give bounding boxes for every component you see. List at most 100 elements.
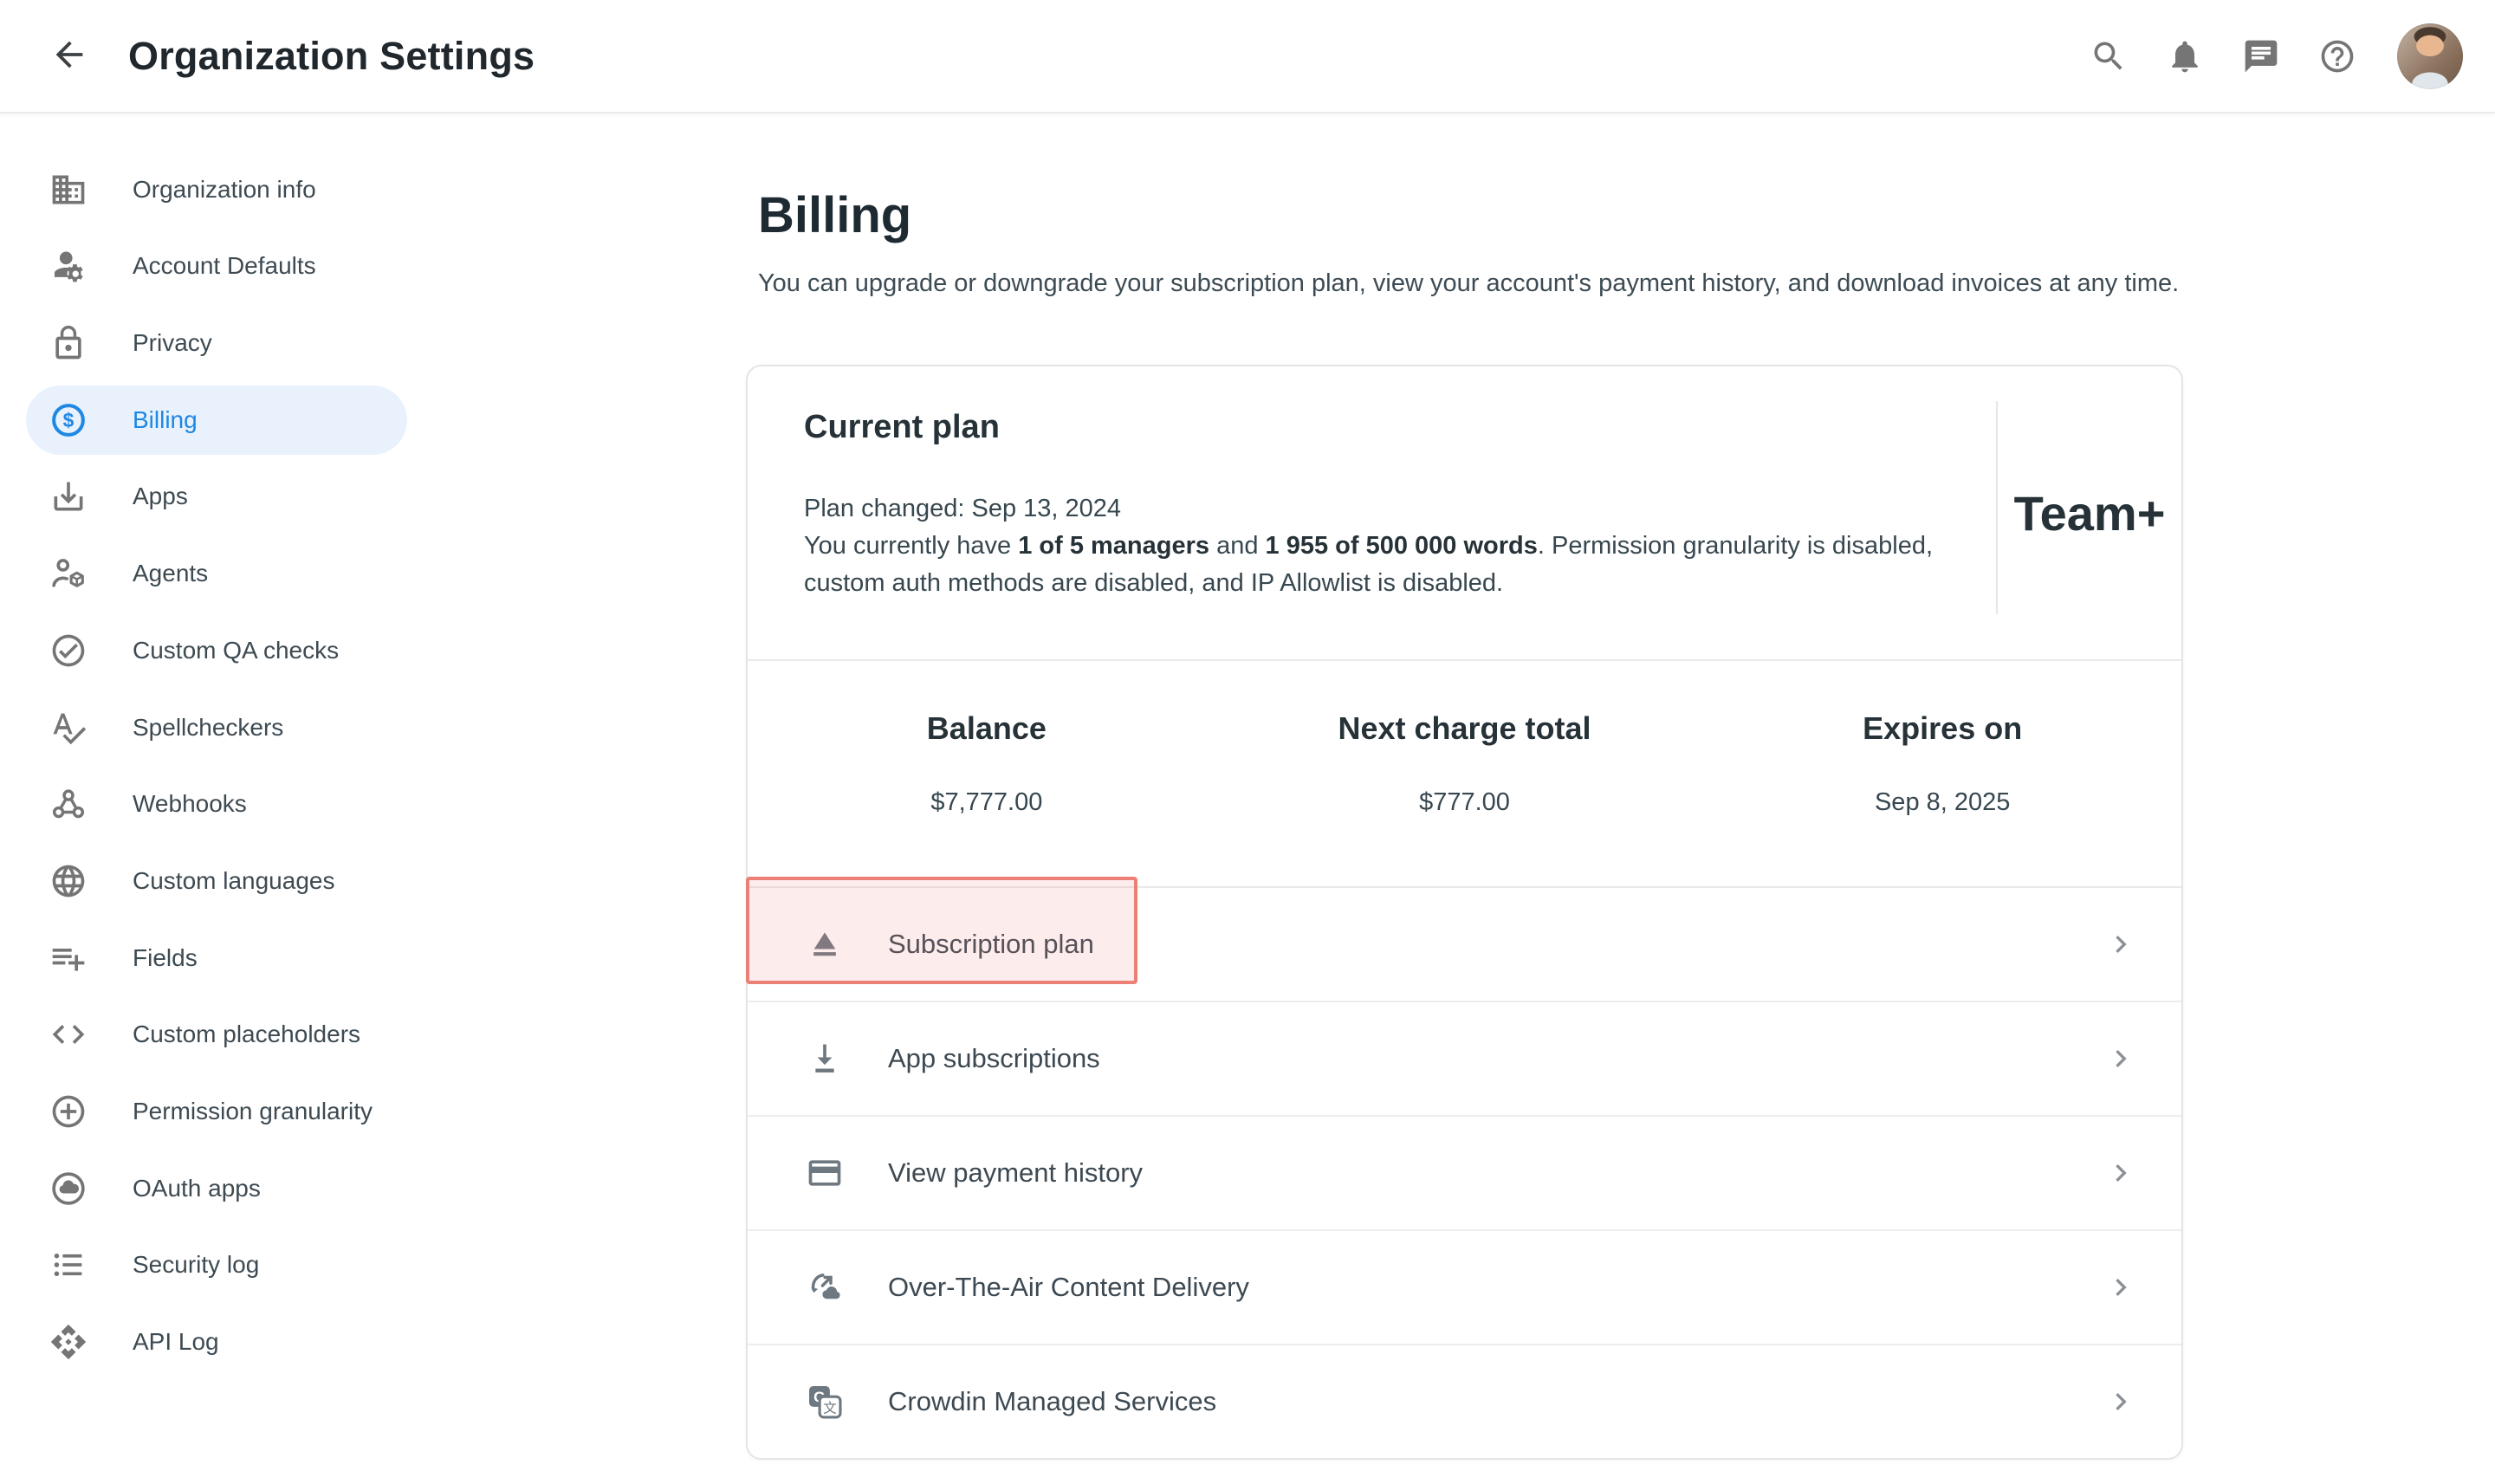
managers-usage: 1 of 5 managers [1018,532,1209,560]
sidebar-item-label: Privacy [133,329,212,357]
settings-sidebar: Organization info Account Defaults Priva… [0,113,433,1384]
plan-usage-text: You currently have 1 of 5 managers and 1… [804,528,1944,602]
sidebar-item-security-log[interactable]: Security log [26,1230,407,1299]
menu-row-app-subscriptions[interactable]: App subscriptions [748,1001,2181,1115]
webhook-icon [49,785,87,823]
plan-name-panel: Team+ [1998,366,2181,659]
spellcheck-icon [49,709,87,747]
content-layout: Organization info Account Defaults Priva… [0,113,2495,1460]
download-tray-icon [49,477,87,515]
avatar[interactable] [2397,23,2463,89]
person-cube-icon [49,554,87,593]
sidebar-item-permission-granularity[interactable]: Permission granularity [26,1077,407,1146]
menu-row-ota-content-delivery[interactable]: Over-The-Air Content Delivery [748,1229,2181,1344]
sidebar-item-label: Apps [133,483,188,510]
billing-menu: Subscription plan App subscriptions View… [748,888,2181,1458]
globe-icon [49,862,87,900]
back-button[interactable] [45,32,94,81]
menu-row-subscription-plan[interactable]: Subscription plan [748,888,2181,1001]
svg-text:文: 文 [823,1400,837,1416]
lock-icon [49,324,87,362]
sidebar-item-organization-info[interactable]: Organization info [26,155,407,224]
sidebar-item-label: Custom QA checks [133,637,339,664]
sidebar-item-label: Custom placeholders [133,1021,360,1048]
building-icon [49,171,87,209]
api-diamonds-icon [49,1323,87,1361]
billing-card: Current plan Plan changed: Sep 13, 2024 … [746,365,2183,1460]
stat-label: Balance [748,711,1226,746]
person-gear-icon [49,247,87,285]
sidebar-item-oauth-apps[interactable]: OAuth apps [26,1154,407,1223]
sidebar-item-apps[interactable]: Apps [26,462,407,531]
ota-sync-cloud-icon [806,1268,844,1306]
sidebar-item-privacy[interactable]: Privacy [26,308,407,378]
stat-next-charge: Next charge total $777.00 [1226,661,1704,886]
sidebar-item-label: Account Defaults [133,252,316,280]
menu-row-view-payment-history[interactable]: View payment history [748,1115,2181,1229]
playlist-add-icon [49,939,87,977]
sidebar-item-label: Custom languages [133,867,334,895]
current-plan-heading: Current plan [804,409,1944,445]
bulleted-list-icon [49,1246,87,1284]
sidebar-item-agents[interactable]: Agents [26,539,407,608]
svg-text:$: $ [63,409,75,431]
page-title: Organization Settings [128,34,535,79]
sidebar-item-custom-qa-checks[interactable]: Custom QA checks [26,616,407,685]
sidebar-item-webhooks[interactable]: Webhooks [26,769,407,839]
sidebar-item-label: Webhooks [133,790,247,818]
sidebar-item-label: Permission granularity [133,1098,373,1125]
sidebar-item-fields[interactable]: Fields [26,923,407,993]
section-title: Billing [758,188,2183,243]
messages-icon[interactable] [2241,36,2281,76]
sidebar-item-spellcheckers[interactable]: Spellcheckers [26,693,407,762]
dollar-circle-icon: $ [49,401,87,439]
chevron-right-icon [2103,1156,2138,1190]
eject-icon [806,925,844,963]
sidebar-item-label: OAuth apps [133,1175,261,1202]
stat-value: $7,777.00 [748,788,1226,817]
words-usage: 1 955 of 500 000 words [1266,532,1538,560]
plan-changed-text: Plan changed: Sep 13, 2024 [804,490,1944,528]
sidebar-item-label: Security log [133,1251,259,1279]
notifications-icon[interactable] [2165,36,2205,76]
organization-settings-page: Organization Settings Organization info … [0,0,2495,1484]
stat-label: Expires on [1703,711,2181,746]
search-icon[interactable] [2089,36,2129,76]
stat-value: Sep 8, 2025 [1703,788,2181,817]
sidebar-item-label: Organization info [133,176,316,204]
back-arrow-icon [49,35,89,77]
menu-row-label: App subscriptions [888,1043,2103,1074]
sidebar-item-custom-languages[interactable]: Custom languages [26,846,407,916]
stat-value: $777.00 [1226,788,1704,817]
sidebar-item-label: Billing [133,406,198,434]
sidebar-item-api-log[interactable]: API Log [26,1307,407,1377]
menu-row-crowdin-managed-services[interactable]: G文 Crowdin Managed Services [748,1344,2181,1458]
menu-row-label: Crowdin Managed Services [888,1386,2103,1417]
stat-expires-on: Expires on Sep 8, 2025 [1703,661,2181,886]
code-icon [49,1015,87,1053]
stat-label: Next charge total [1226,711,1704,746]
current-plan-section: Current plan Plan changed: Sep 13, 2024 … [748,366,2181,659]
sidebar-item-billing[interactable]: $ Billing [26,386,407,455]
cloud-circle-icon [49,1170,87,1208]
menu-row-label: Subscription plan [888,929,2103,960]
install-icon [806,1040,844,1078]
billing-content: Billing You can upgrade or downgrade you… [746,113,2183,1460]
help-icon[interactable] [2317,36,2357,76]
sidebar-item-account-defaults[interactable]: Account Defaults [26,231,407,301]
sidebar-item-label: Agents [133,560,208,587]
section-subtitle: You can upgrade or downgrade your subscr… [758,269,2183,298]
chevron-right-icon [2103,1041,2138,1076]
sidebar-item-label: API Log [133,1328,219,1356]
billing-stats: Balance $7,777.00 Next charge total $777… [748,659,2181,888]
app-header: Organization Settings [0,0,2495,113]
sidebar-item-label: Fields [133,944,198,972]
credit-card-icon [806,1154,844,1192]
plan-name: Team+ [2014,485,2166,541]
sidebar-item-label: Spellcheckers [133,714,283,742]
sidebar-item-custom-placeholders[interactable]: Custom placeholders [26,1000,407,1069]
plus-circle-icon [49,1092,87,1131]
menu-row-label: Over-The-Air Content Delivery [888,1272,2103,1303]
chevron-right-icon [2103,1270,2138,1305]
current-plan-details: Current plan Plan changed: Sep 13, 2024 … [804,366,1996,659]
